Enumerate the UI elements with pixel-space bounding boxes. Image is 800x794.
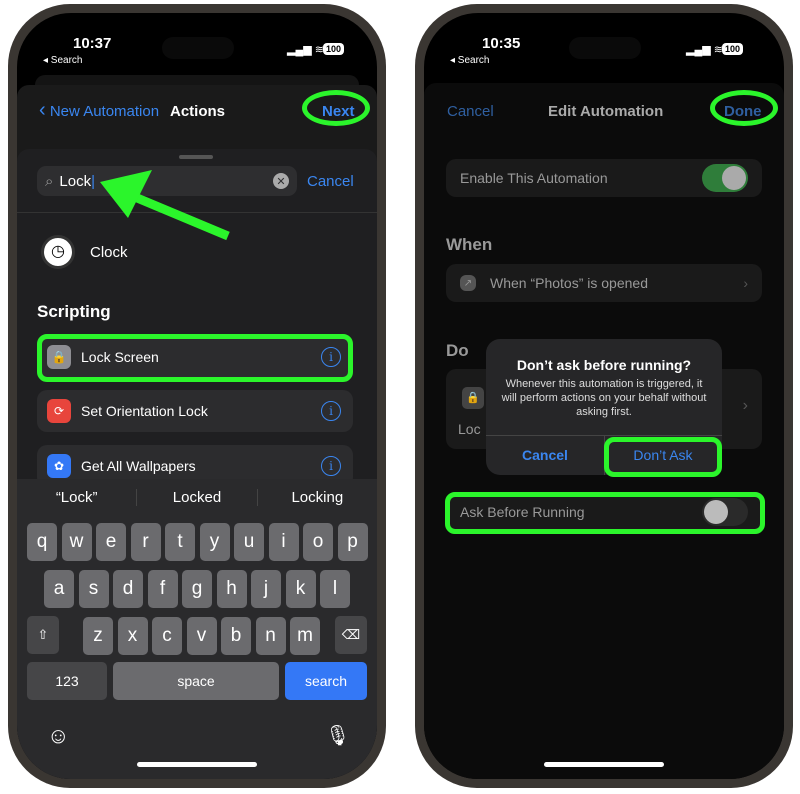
green-arrow-icon (100, 170, 230, 241)
